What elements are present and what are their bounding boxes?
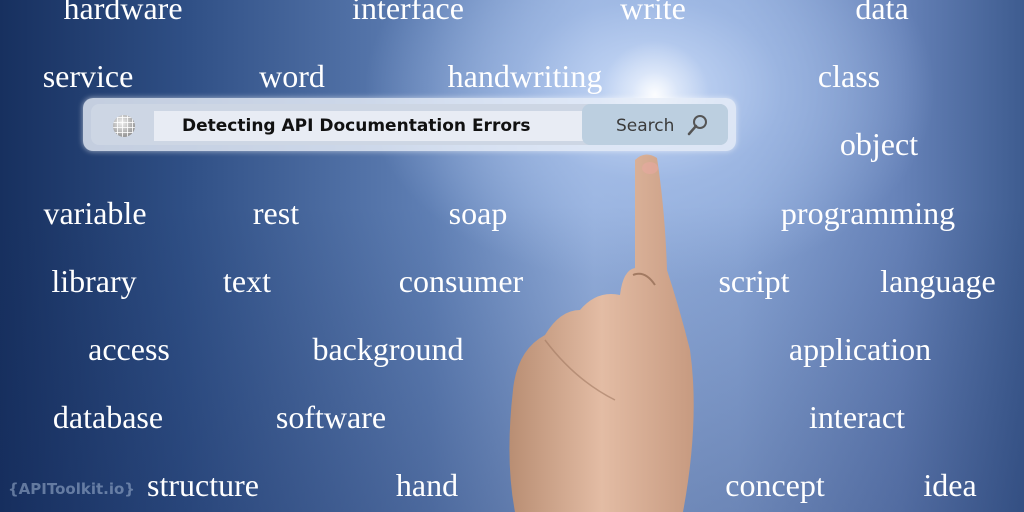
search-bar-inner: Detecting API Documentation Errors Searc… xyxy=(91,104,728,145)
keyword-data: data xyxy=(855,0,909,26)
search-bar: Detecting API Documentation Errors Searc… xyxy=(83,98,736,151)
brand-watermark: {APIToolkit.io} xyxy=(8,480,135,498)
keyword-language: language xyxy=(880,263,996,299)
keyword-class: class xyxy=(817,58,881,94)
keyword-structure: structure xyxy=(147,467,259,503)
keyword-interact: interact xyxy=(809,399,905,435)
keyword-write: write xyxy=(620,0,686,26)
keyword-access: access xyxy=(88,331,170,367)
keyword-application: application xyxy=(788,331,932,367)
keyword-service: service xyxy=(42,58,134,94)
keyword-soap: soap xyxy=(448,195,508,231)
keyword-object: object xyxy=(839,126,919,162)
keyword-variable: variable xyxy=(43,195,147,231)
keyword-script: script xyxy=(718,263,790,299)
search-button[interactable]: Search xyxy=(582,104,728,145)
magnifier-icon xyxy=(687,115,707,136)
keyword-software: software xyxy=(275,399,387,435)
keyword-hardware: hardware xyxy=(63,0,183,26)
search-input[interactable]: Detecting API Documentation Errors xyxy=(154,111,586,141)
keyword-interface: interface xyxy=(352,0,464,26)
keyword-background: background xyxy=(312,331,464,367)
keyword-text: text xyxy=(223,263,271,299)
keyword-concept: concept xyxy=(725,467,825,503)
keyword-word: word xyxy=(259,58,325,94)
search-button-label: Search xyxy=(616,116,675,136)
keyword-idea: idea xyxy=(923,467,977,503)
pointing-hand-image xyxy=(509,154,694,512)
keyword-rest: rest xyxy=(252,195,300,231)
keyword-handwriting: handwriting xyxy=(447,58,603,94)
keyword-hand: hand xyxy=(395,467,459,503)
globe-icon xyxy=(113,115,135,137)
keyword-programming: programming xyxy=(780,195,956,231)
keyword-database: database xyxy=(52,399,164,435)
keyword-library: library xyxy=(51,263,137,299)
